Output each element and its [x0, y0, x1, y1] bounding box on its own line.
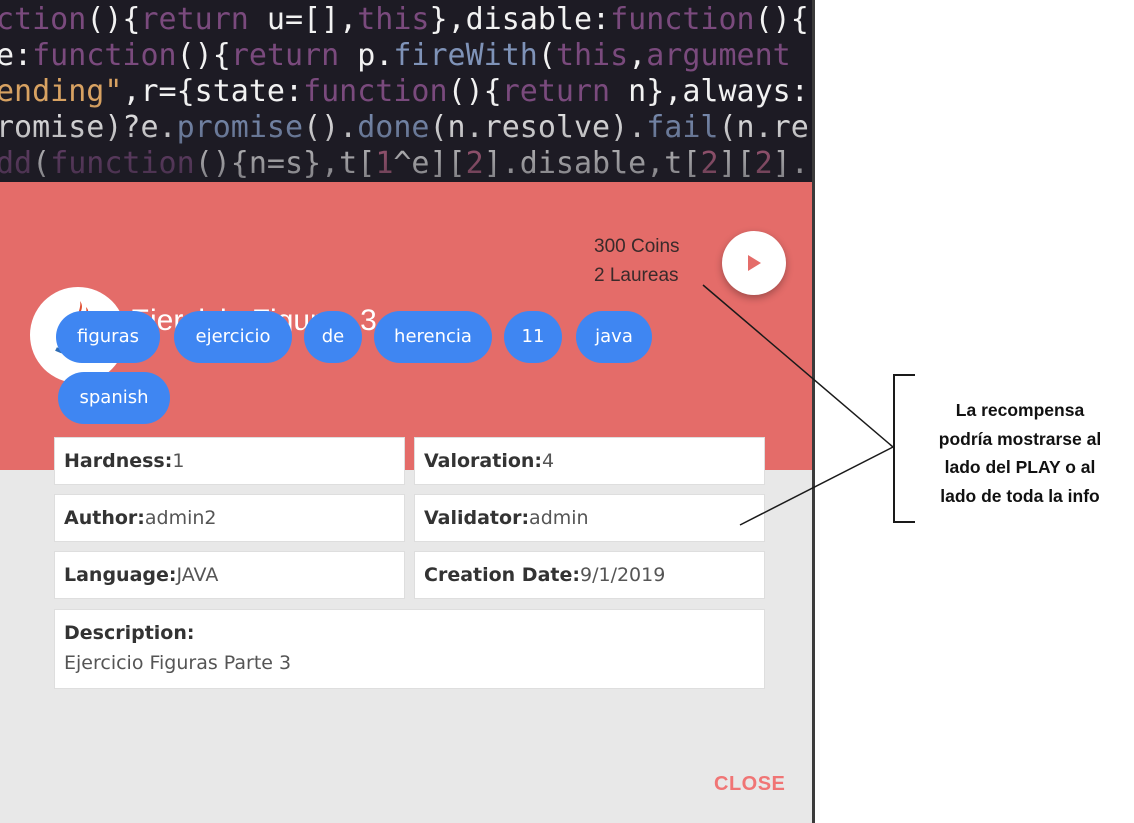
annotation-note: La recompensa podría mostrarse al lado d…	[905, 396, 1134, 510]
annotation-line: lado de toda la info	[940, 485, 1100, 506]
annotation-line: La recompensa	[955, 400, 1085, 420]
annotation-line: lado del PLAY o al	[944, 457, 1096, 477]
annotation-line: podría mostrarse al	[938, 428, 1102, 449]
